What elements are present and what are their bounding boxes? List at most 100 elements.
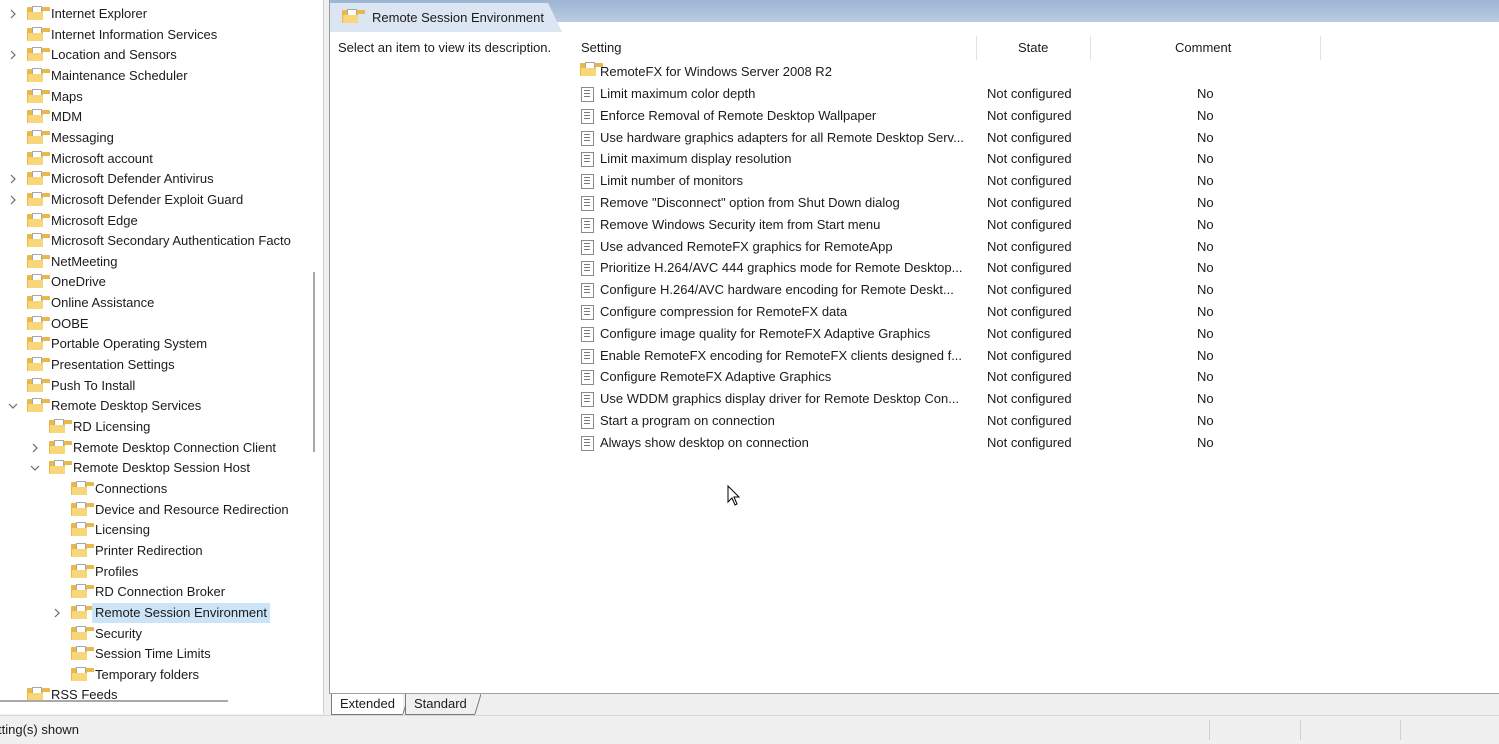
tree-item[interactable]: Remote Desktop Session Host xyxy=(0,458,323,478)
folder-icon xyxy=(71,480,94,496)
folder-icon xyxy=(342,9,365,24)
tree-horizontal-scrollbar[interactable] xyxy=(0,700,228,702)
tree-item[interactable]: Microsoft Secondary Authentication Facto xyxy=(0,231,323,251)
tree-item-label: OneDrive xyxy=(51,274,106,290)
chevron-down-icon[interactable] xyxy=(7,396,19,416)
table-row[interactable]: Remove "Disconnect" option from Shut Dow… xyxy=(578,192,1478,213)
tree-item-label: Temporary folders xyxy=(95,666,200,682)
tree-item[interactable]: Internet Information Services xyxy=(0,25,323,45)
panel-header: Remote Session Environment xyxy=(330,0,1499,32)
policy-setting-icon xyxy=(581,283,594,299)
table-row[interactable]: Limit number of monitors Not configured No xyxy=(578,170,1478,191)
tree-item[interactable]: Presentation Settings xyxy=(0,355,323,375)
table-row[interactable]: Limit maximum display resolution Not conf… xyxy=(578,148,1478,169)
folder-row-label: RemoteFX for Windows Server 2008 R2 xyxy=(600,64,832,79)
tree-item[interactable]: Online Assistance xyxy=(0,293,323,313)
table-row[interactable]: Prioritize H.264/AVC 444 graphics mode f… xyxy=(578,257,1478,278)
column-divider[interactable] xyxy=(976,36,977,60)
tree-item-label: MDM xyxy=(51,109,83,125)
folder-icon xyxy=(27,357,50,372)
tree-item[interactable]: MDM xyxy=(0,107,323,127)
tree-item[interactable]: NetMeeting xyxy=(0,252,323,272)
tree-vertical-scrollbar[interactable] xyxy=(313,272,315,452)
column-header-state[interactable]: State xyxy=(1018,38,1048,58)
tree-item[interactable]: Microsoft Edge xyxy=(0,211,323,231)
tree-item-label: Internet Information Services xyxy=(51,26,218,42)
tree-item[interactable]: Internet Explorer xyxy=(0,4,323,24)
table-row[interactable]: Enforce Removal of Remote Desktop Wallpa… xyxy=(578,105,1478,126)
tree-item[interactable]: Remote Session Environment xyxy=(0,602,323,623)
tree-item[interactable]: Remote Desktop Services xyxy=(0,396,323,416)
tree-item[interactable]: RD Connection Broker xyxy=(0,582,323,602)
tree-item[interactable]: Remote Desktop Connection Client xyxy=(0,438,323,458)
tree-item[interactable]: Session Time Limits xyxy=(0,644,323,664)
tree-item[interactable]: Printer Redirection xyxy=(0,541,323,561)
tab-extended[interactable]: Extended xyxy=(331,694,403,715)
folder-icon xyxy=(27,274,50,289)
chevron-right-icon[interactable] xyxy=(7,169,19,189)
chevron-right-icon[interactable] xyxy=(7,45,19,65)
tree-item[interactable]: Device and Resource Redirection xyxy=(0,500,323,520)
setting-name: Use WDDM graphics display driver for Rem… xyxy=(600,391,960,407)
table-row[interactable]: Configure image quality for RemoteFX Ada… xyxy=(578,323,1478,344)
table-row[interactable]: Configure RemoteFX Adaptive Graphics Not … xyxy=(578,366,1478,387)
tree-item[interactable]: RSS Feeds xyxy=(0,685,323,705)
tree-item[interactable]: Security xyxy=(0,624,323,644)
tree-item-label: Remote Desktop Session Host xyxy=(73,460,251,476)
policy-setting-icon xyxy=(581,130,594,146)
table-row[interactable]: Configure compression for RemoteFX data N… xyxy=(578,301,1478,322)
table-row[interactable]: Always show desktop on connection Not con… xyxy=(578,432,1478,453)
tab-standard[interactable]: Standard xyxy=(405,694,475,715)
table-row[interactable]: Configure H.264/AVC hardware encoding fo… xyxy=(578,279,1478,300)
column-divider[interactable] xyxy=(1320,36,1321,60)
column-divider[interactable] xyxy=(1090,36,1091,60)
tree-item-label: Device and Resource Redirection xyxy=(95,501,289,517)
table-row[interactable]: Limit maximum color depth Not configured N… xyxy=(578,83,1478,104)
setting-state: Not configured xyxy=(987,107,1072,123)
setting-name: Configure compression for RemoteFX data xyxy=(600,304,848,319)
details-pane: Remote Session Environment Select an ite… xyxy=(329,0,1499,714)
setting-state: Not configured xyxy=(987,86,1072,101)
tree-item[interactable]: OneDrive xyxy=(0,272,323,292)
table-row[interactable]: Start a program on connection Not configu… xyxy=(578,410,1478,431)
chevron-right-icon[interactable] xyxy=(29,438,41,458)
table-row[interactable]: Use hardware graphics adapters for all R… xyxy=(578,127,1478,148)
tree-item-label: Microsoft Defender Antivirus xyxy=(51,171,214,187)
setting-state: Not configured xyxy=(987,391,1072,407)
table-row[interactable]: Remove Windows Security item from Start … xyxy=(578,214,1478,235)
tree-item[interactable]: Messaging xyxy=(0,128,323,148)
tree-item[interactable]: Profiles xyxy=(0,562,323,582)
tree-item[interactable]: Microsoft Defender Exploit Guard xyxy=(0,190,323,210)
column-header-setting[interactable]: Setting xyxy=(581,38,621,58)
table-row[interactable]: Use advanced RemoteFX graphics for Remot… xyxy=(578,236,1478,257)
tree-item[interactable]: Maintenance Scheduler xyxy=(0,66,323,86)
chevron-right-icon[interactable] xyxy=(51,603,63,623)
tree-item[interactable]: Microsoft Defender Antivirus xyxy=(0,169,323,189)
tree-item[interactable]: Licensing xyxy=(0,520,323,540)
tree-item[interactable]: Microsoft account xyxy=(0,149,323,169)
setting-comment: No xyxy=(1197,173,1214,189)
tree-item[interactable]: Temporary folders xyxy=(0,665,323,685)
tree-item[interactable]: Connections xyxy=(0,479,323,499)
table-row[interactable]: Use WDDM graphics display driver for Rem… xyxy=(578,388,1478,409)
tree-item[interactable]: Location and Sensors xyxy=(0,45,323,65)
setting-comment: No xyxy=(1197,151,1214,167)
tree-item-label: Session Time Limits xyxy=(95,646,211,662)
tree-item-label: NetMeeting xyxy=(51,253,118,269)
folder-icon xyxy=(49,439,72,455)
tree-item[interactable]: Maps xyxy=(0,87,323,107)
tree-item[interactable]: RD Licensing xyxy=(0,417,323,437)
chevron-down-icon[interactable] xyxy=(29,458,41,478)
table-row[interactable]: Enable RemoteFX encoding for RemoteFX cl… xyxy=(578,345,1478,366)
chevron-right-icon[interactable] xyxy=(7,190,19,210)
tree-item[interactable]: Push To Install xyxy=(0,376,323,396)
tree-item[interactable]: Portable Operating System xyxy=(0,334,323,354)
policy-tree[interactable]: Internet Explorer Internet Information Se… xyxy=(0,0,324,714)
folder-icon xyxy=(71,584,94,599)
tree-item-label: Connections xyxy=(95,480,168,496)
chevron-right-icon[interactable] xyxy=(7,4,19,24)
folder-icon xyxy=(27,6,50,21)
policy-setting-icon xyxy=(581,239,594,255)
column-header-comment[interactable]: Comment xyxy=(1175,38,1231,58)
tree-item[interactable]: OOBE xyxy=(0,314,323,334)
